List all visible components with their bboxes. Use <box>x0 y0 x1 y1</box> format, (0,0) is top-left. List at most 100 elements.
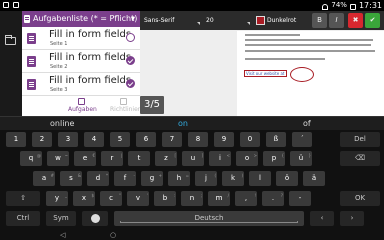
key[interactable]: z[ <box>155 151 177 166</box>
key[interactable]: l <box>249 171 271 186</box>
home-icon[interactable]: ○ <box>110 230 116 240</box>
confirm-button[interactable]: ✔ <box>365 13 380 28</box>
key[interactable]: e € <box>74 151 96 166</box>
key[interactable]: 9 <box>214 132 234 147</box>
key[interactable]: v ' <box>127 191 149 206</box>
key[interactable]: 0 <box>240 132 260 147</box>
document-view[interactable]: Visit our website at www.example.com <box>140 30 384 116</box>
key[interactable]: 6 <box>136 132 156 147</box>
key[interactable]: ü} <box>290 151 312 166</box>
key-alt: + <box>158 173 162 178</box>
key[interactable]: m / <box>208 191 230 206</box>
task-item[interactable]: Fill in form fields Seite 1 <box>22 27 140 50</box>
color-select[interactable]: Dunkelrot <box>256 14 308 27</box>
task-status-icon <box>126 33 135 42</box>
suggestion-item[interactable]: on <box>178 117 188 131</box>
key-char: ü <box>298 154 304 162</box>
ok-key[interactable]: OK <box>340 191 380 206</box>
key[interactable]: p{ <box>263 151 285 166</box>
task-item[interactable]: Fill in form fields Seite 3 <box>22 73 140 96</box>
key-char: , <box>244 194 248 202</box>
key-char: a <box>41 174 47 182</box>
back-icon[interactable]: ◁ <box>60 230 65 240</box>
document-page[interactable]: Visit our website at www.example.com <box>237 31 384 116</box>
key-alt: _ <box>65 193 67 198</box>
chevron-down-icon[interactable]: ▾ <box>131 11 135 27</box>
key-char: q <box>28 154 34 162</box>
key[interactable]: 2 <box>32 132 52 147</box>
key[interactable]: j( <box>195 171 217 186</box>
key[interactable]: ´ <box>292 132 312 147</box>
shift-key[interactable]: ⇧ <box>6 191 40 206</box>
folder-icon[interactable] <box>5 35 16 45</box>
key[interactable]: d * <box>87 171 109 186</box>
key[interactable]: .? <box>262 191 284 206</box>
link-text-field[interactable]: Visit our website at www.example.com <box>244 70 287 77</box>
key[interactable]: t <box>128 151 150 166</box>
key[interactable]: 8 <box>188 132 208 147</box>
key-char: s <box>69 174 73 182</box>
key[interactable]: 7 <box>162 132 182 147</box>
key[interactable]: u] <box>182 151 204 166</box>
key[interactable]: r | <box>101 151 123 166</box>
task-item[interactable]: Fill in form fields Seite 2 <box>22 50 140 73</box>
key[interactable]: a # <box>33 171 55 186</box>
tab-aufgaben[interactable]: Aufgaben <box>68 96 97 116</box>
bold-button[interactable]: B <box>312 13 327 28</box>
font-family-value: Sans-Serif <box>144 17 175 24</box>
battery-level: 74% <box>331 1 347 9</box>
screen: 74% 17:31 Aufgabenliste (* = Pflicht) ▾ … <box>0 0 384 240</box>
backspace-key[interactable]: ⌫ <box>340 151 380 166</box>
key[interactable]: 3 <box>58 132 78 147</box>
wifi-icon <box>322 3 329 10</box>
left-sidebar <box>0 11 22 116</box>
key[interactable]: - <box>289 191 311 206</box>
key[interactable]: b: <box>154 191 176 206</box>
font-size-select[interactable]: 20 <box>206 14 250 27</box>
task-title: Fill in form fields <box>49 52 132 63</box>
key[interactable]: h = <box>168 171 190 186</box>
document-icon <box>27 33 36 44</box>
key[interactable]: y _ <box>46 191 68 206</box>
key[interactable]: c " <box>100 191 122 206</box>
key[interactable]: x $ <box>73 191 95 206</box>
key[interactable]: s & <box>60 171 82 186</box>
font-family-select[interactable]: Sans-Serif <box>143 14 200 27</box>
key[interactable]: ß <box>266 132 286 147</box>
emoji-key[interactable] <box>82 211 108 226</box>
key-alt: { <box>281 153 284 158</box>
key-char: b <box>162 194 168 202</box>
task-panel-header[interactable]: Aufgabenliste (* = Pflicht) ▾ <box>22 11 140 27</box>
key-alt: ! <box>254 193 256 198</box>
cursor-right-key[interactable]: › <box>340 211 364 226</box>
suggestion-item[interactable]: of <box>303 117 311 131</box>
key[interactable]: k) <box>222 171 244 186</box>
key[interactable]: f- <box>114 171 136 186</box>
sym-key[interactable]: Sym <box>46 211 76 226</box>
suggestion-item[interactable]: online <box>50 117 74 131</box>
key-alt: < <box>226 153 230 158</box>
key[interactable]: i < <box>209 151 231 166</box>
tab-richtlinien[interactable]: Richtlinien <box>110 96 142 116</box>
key[interactable]: o > <box>236 151 258 166</box>
key[interactable]: ,! <box>235 191 257 206</box>
key[interactable]: 4 <box>84 132 104 147</box>
key[interactable]: ö <box>276 171 298 186</box>
delete-key[interactable]: Del <box>340 132 380 147</box>
key[interactable]: n; <box>181 191 203 206</box>
key[interactable]: g + <box>141 171 163 186</box>
key[interactable]: ä <box>303 171 325 186</box>
ctrl-key[interactable]: Ctrl <box>6 211 40 226</box>
key[interactable]: w ~ <box>47 151 69 166</box>
italic-button[interactable]: I <box>329 13 344 28</box>
task-page: Seite 1 <box>50 41 68 47</box>
key-alt: ~ <box>64 153 68 158</box>
key-alt: - <box>133 173 135 178</box>
space-key[interactable]: Deutsch <box>114 211 304 226</box>
key[interactable]: 5 <box>110 132 130 147</box>
key[interactable]: 1 <box>6 132 26 147</box>
cancel-button[interactable]: ✖ <box>348 13 363 28</box>
key[interactable]: q @ <box>20 151 42 166</box>
cursor-left-key[interactable]: ‹ <box>310 211 334 226</box>
key-alt: ? <box>280 193 283 198</box>
